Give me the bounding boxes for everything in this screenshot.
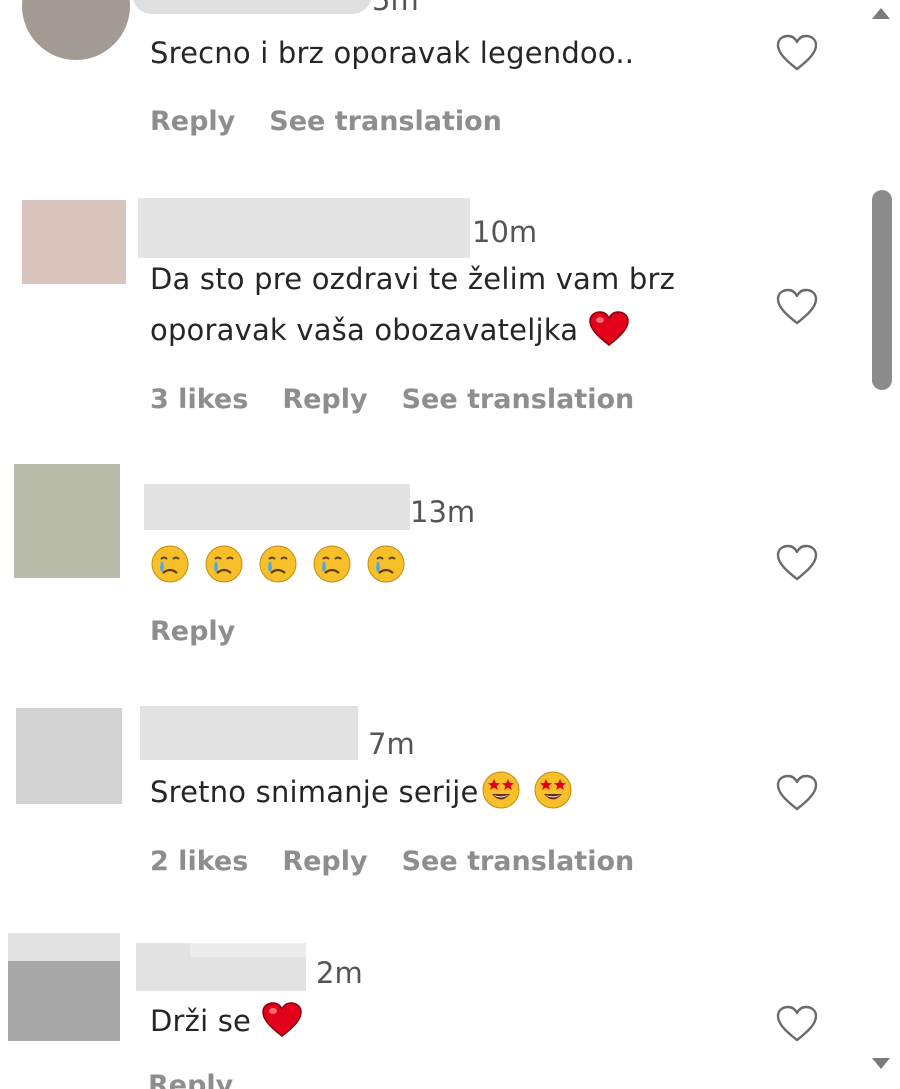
see-translation-button[interactable]: See translation — [402, 386, 635, 413]
red-heart-emoji-icon — [262, 1002, 302, 1037]
username-redacted[interactable] — [132, 0, 372, 14]
comment-item: 13m Reply — [0, 460, 860, 660]
comment-item: 2m Drži se — [0, 925, 860, 1089]
comment-item: 5m Srecno i brz oporavak legendoo.. Repl… — [0, 0, 860, 180]
likes-count[interactable]: 3 likes — [150, 386, 248, 413]
avatar[interactable] — [22, 200, 126, 284]
comment-actions: Reply — [150, 618, 235, 645]
comment-actions: 2 likes Reply See translation — [150, 848, 634, 875]
reply-button[interactable]: Reply — [282, 386, 367, 413]
arrow-up-icon[interactable] — [872, 8, 890, 19]
reply-button[interactable]: Reply — [148, 1072, 233, 1089]
username-redacted[interactable] — [144, 484, 410, 530]
comment-time: 2m — [316, 956, 363, 990]
comment-emoji-row — [150, 534, 420, 590]
heart-outline-icon[interactable] — [776, 774, 818, 812]
scrollbar-thumb[interactable] — [872, 190, 892, 390]
heart-outline-icon[interactable] — [776, 34, 818, 72]
crying-face-emoji-icon — [205, 545, 243, 583]
comment-text-content: Drži se — [150, 1004, 252, 1038]
username-redacted — [190, 943, 306, 957]
reply-button[interactable]: Reply — [150, 618, 235, 645]
likes-count[interactable]: 2 likes — [150, 848, 248, 875]
red-heart-emoji-icon — [589, 311, 629, 346]
comment-text: Da sto pre ozdravi te želim vam brz opor… — [150, 254, 675, 356]
comment-time: 7m — [368, 727, 415, 761]
username-redacted[interactable] — [140, 706, 358, 760]
star-struck-emoji-icon — [482, 771, 520, 809]
username-redacted[interactable] — [138, 198, 470, 258]
star-struck-emoji-icon — [534, 771, 572, 809]
comment-actions: Reply See translation — [150, 108, 502, 135]
comment-item: 10m Da sto pre ozdravi te želim vam brz … — [0, 190, 860, 440]
comment-item: 7m Sretno snimanje serije 2 likes Reply … — [0, 700, 860, 900]
heart-outline-icon[interactable] — [776, 288, 818, 326]
avatar[interactable] — [14, 464, 120, 578]
avatar[interactable] — [22, 0, 130, 60]
avatar[interactable] — [8, 961, 120, 1041]
reply-button[interactable]: Reply — [150, 108, 235, 135]
comment-time: 10m — [472, 215, 538, 249]
comment-text-line: oporavak vaša obozavateljka — [150, 305, 675, 356]
crying-face-emoji-icon — [313, 545, 351, 583]
comment-text: Srecno i brz oporavak legendoo.. — [150, 36, 635, 70]
crying-face-emoji-icon — [259, 545, 297, 583]
comment-text-line: Da sto pre ozdravi te želim vam brz — [150, 262, 676, 296]
see-translation-button[interactable]: See translation — [402, 848, 635, 875]
arrow-down-icon[interactable] — [872, 1058, 890, 1069]
see-translation-button[interactable]: See translation — [269, 108, 502, 135]
comments-panel: 5m Srecno i brz oporavak legendoo.. Repl… — [0, 0, 900, 1089]
reply-button[interactable]: Reply — [282, 848, 367, 875]
comment-text-content: Sretno snimanje serije — [150, 775, 479, 809]
avatar[interactable] — [16, 708, 122, 804]
crying-face-emoji-icon — [151, 545, 189, 583]
comment-text-line-content: oporavak vaša obozavateljka — [150, 313, 579, 347]
comment-time: 13m — [410, 495, 476, 529]
heart-outline-icon[interactable] — [776, 544, 818, 582]
comment-text: Sretno snimanje serije — [150, 768, 573, 816]
comment-time: 5m — [372, 0, 419, 17]
comment-actions: 3 likes Reply See translation — [150, 386, 634, 413]
comment-text: Drži se — [150, 997, 303, 1045]
scrollbar[interactable] — [862, 0, 900, 1089]
heart-outline-icon[interactable] — [776, 1005, 818, 1043]
crying-face-emoji-icon — [367, 545, 405, 583]
